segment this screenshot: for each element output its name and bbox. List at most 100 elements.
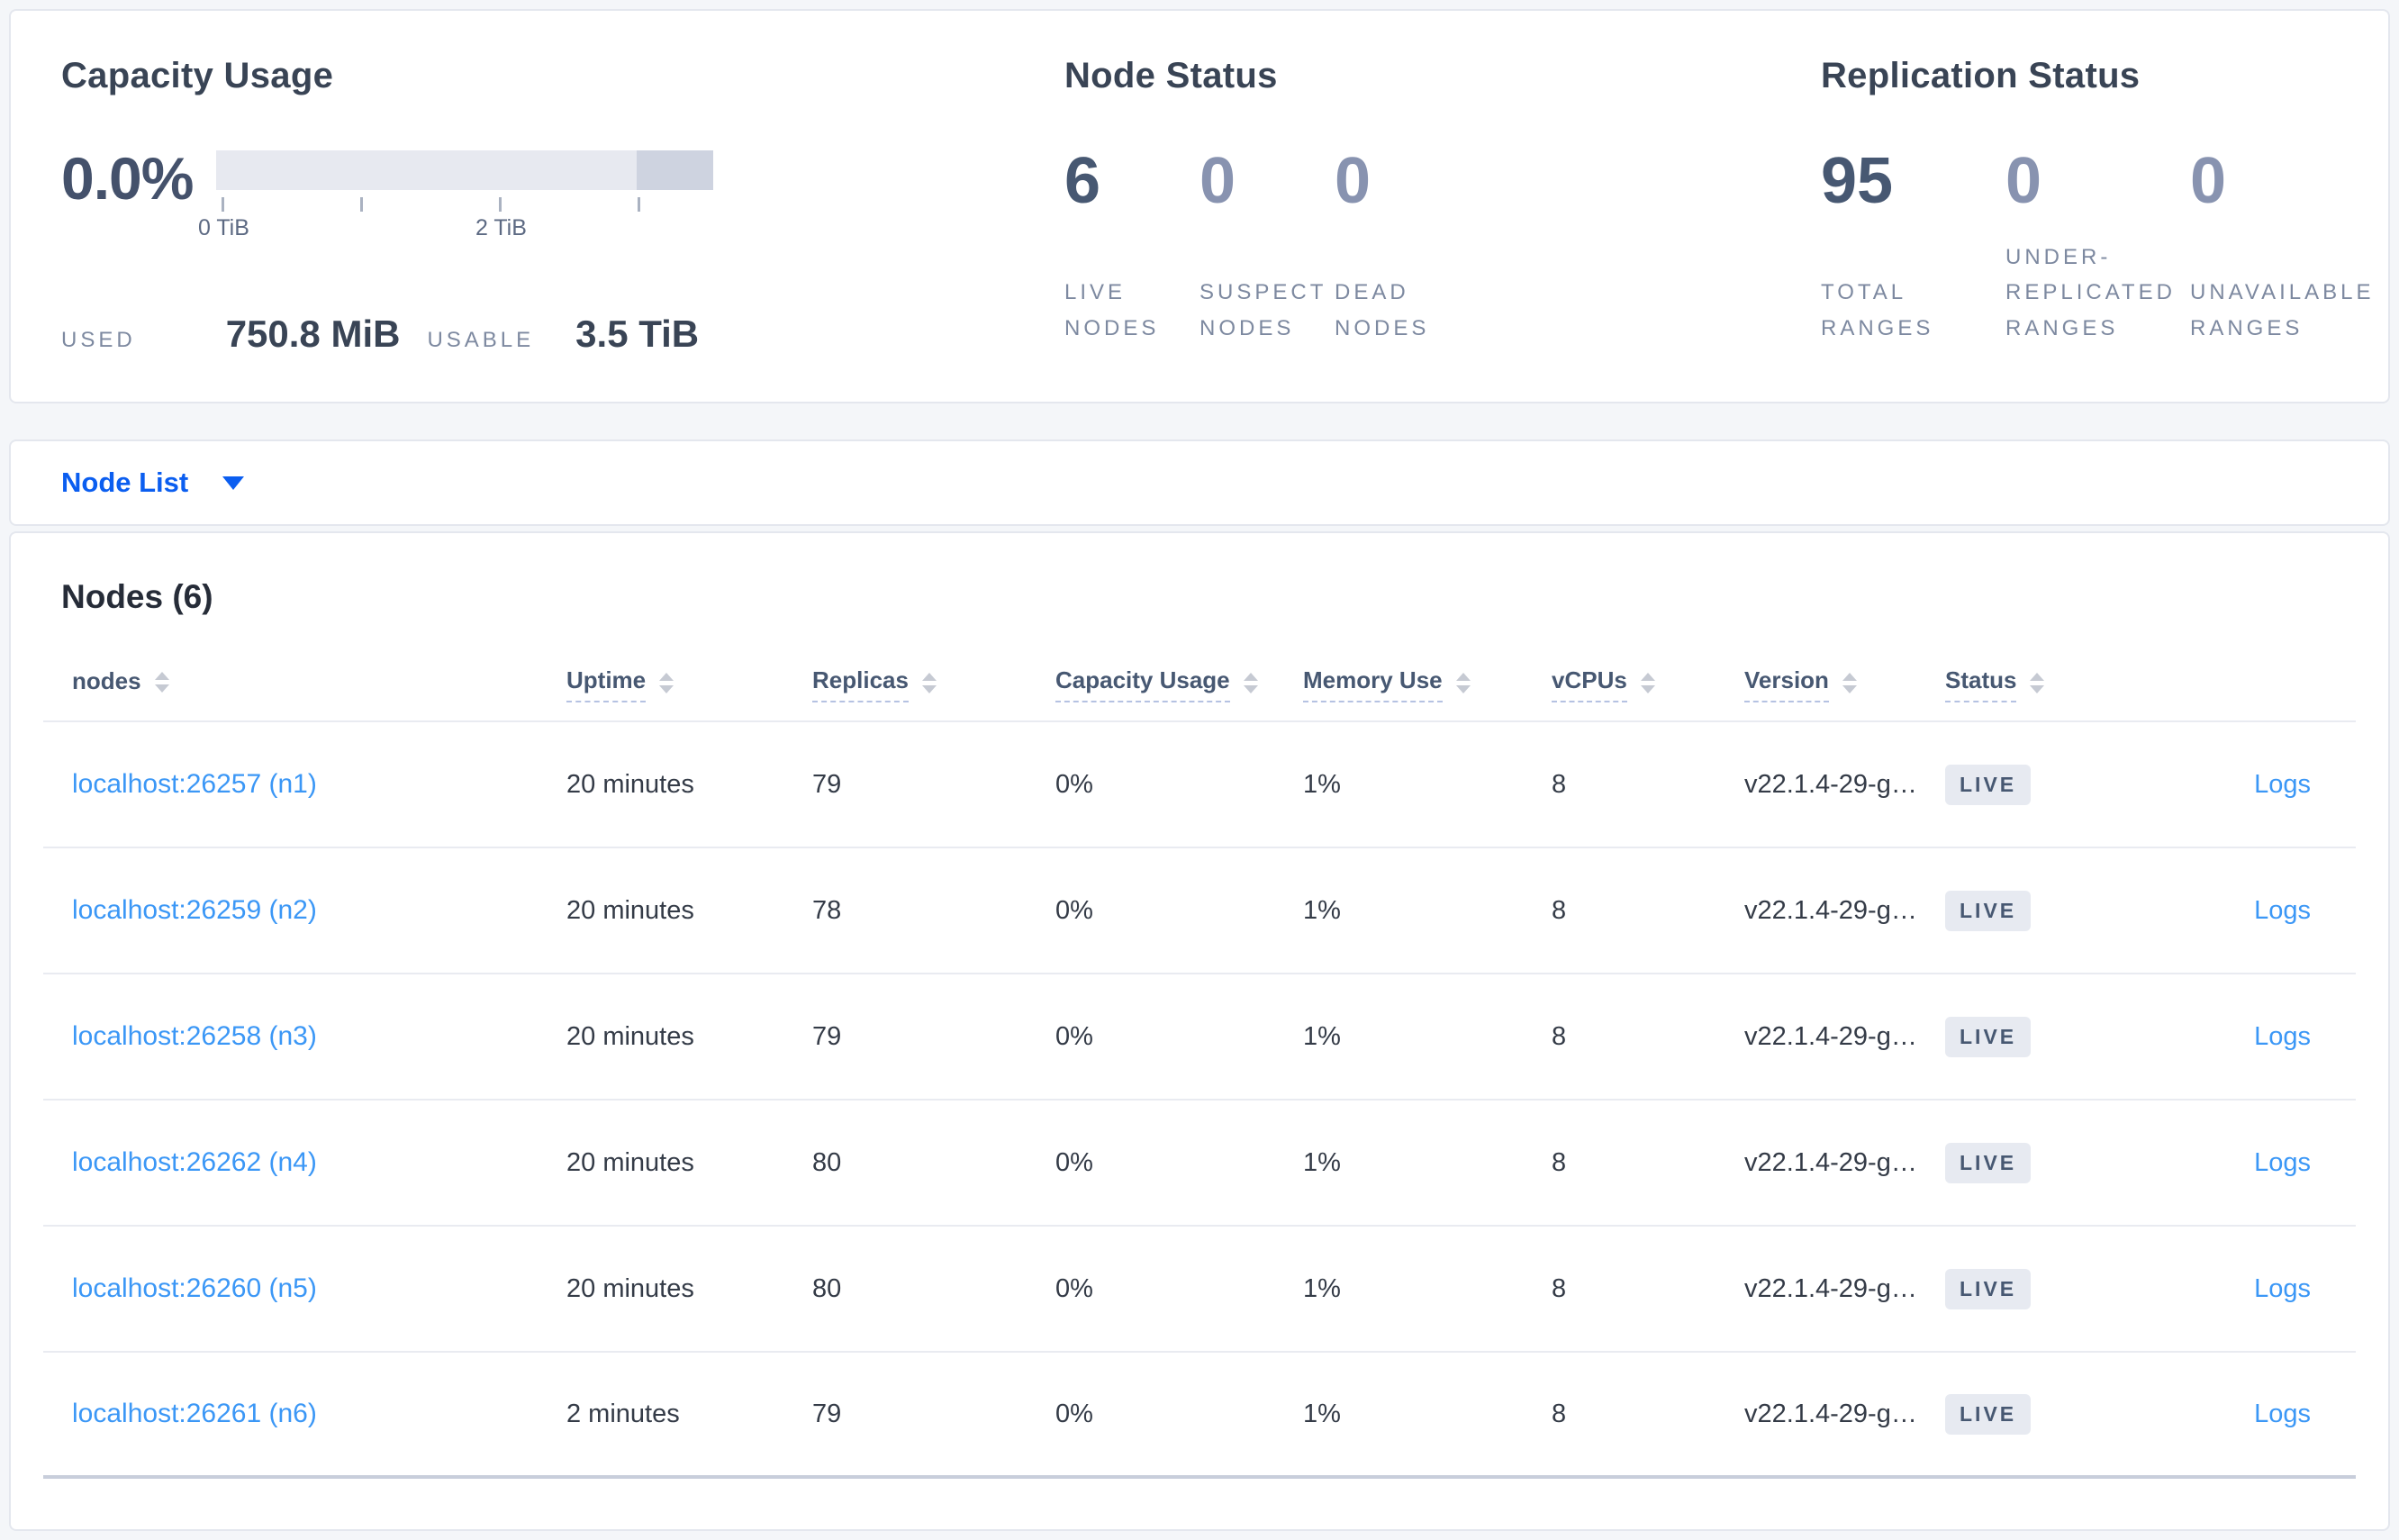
- node-link[interactable]: localhost:26260 (n5): [72, 1273, 317, 1303]
- live-nodes-value: 6: [1064, 145, 1101, 217]
- usable-value: 3.5 TiB: [575, 313, 700, 355]
- uptime-cell: 20 minutes: [566, 1273, 694, 1303]
- node-cell: localhost:26258 (n3): [43, 1021, 566, 1052]
- memory-use-cell: 1%: [1303, 895, 1341, 925]
- logs-link[interactable]: Logs: [2254, 1148, 2311, 1177]
- uptime-cell: 20 minutes: [566, 895, 694, 925]
- sort-icon: [154, 672, 169, 702]
- capacity-usage-cell: 0%: [1055, 769, 1093, 799]
- column-header-memory-use[interactable]: Memory Use: [1303, 666, 1552, 702]
- status-cell: LIVE: [1945, 764, 2131, 805]
- node-link[interactable]: localhost:26258 (n3): [72, 1021, 317, 1051]
- node-cell: localhost:26261 (n6): [43, 1399, 566, 1429]
- unavailable-ranges-stat: 0 UNAVAILABLE RANGES: [2190, 149, 2375, 347]
- table-row: localhost:26262 (n4) 20 minutes 80 0% 1%…: [43, 1101, 2356, 1227]
- vcpus-cell: 8: [1552, 1021, 1567, 1051]
- status-cell: LIVE: [1945, 1393, 2131, 1435]
- table-row: localhost:26258 (n3) 20 minutes 79 0% 1%…: [43, 974, 2356, 1101]
- uptime-cell: 20 minutes: [566, 769, 694, 799]
- sort-icon: [659, 673, 674, 702]
- axis-tick: [222, 197, 225, 212]
- version-cell: v22.1.4-29-g…: [1744, 1273, 1917, 1303]
- uptime-cell: 2 minutes: [566, 1399, 680, 1428]
- status-cell: LIVE: [1945, 890, 2131, 931]
- memory-use-cell: 1%: [1303, 769, 1341, 799]
- sort-icon: [2030, 673, 2045, 702]
- axis-tick: [499, 197, 502, 212]
- node-cell: localhost:26257 (n1): [43, 769, 566, 800]
- logs-link[interactable]: Logs: [2254, 1400, 2311, 1428]
- replicas-cell: 80: [812, 1147, 842, 1177]
- version-cell: v22.1.4-29-g…: [1744, 895, 1917, 925]
- nodes-table-body: localhost:26257 (n1) 20 minutes 79 0% 1%…: [11, 722, 2388, 1479]
- table-row: localhost:26260 (n5) 20 minutes 80 0% 1%…: [43, 1227, 2356, 1353]
- cluster-overview-page: Capacity Usage 0.0% 0 TiB 2 TiB USED 750…: [0, 0, 2399, 1540]
- suspect-nodes-stat: 0 SUSPECT NODES: [1200, 149, 1335, 347]
- capacity-axis-labels: 0 TiB 2 TiB: [198, 215, 713, 242]
- column-header-vcpus[interactable]: vCPUs: [1552, 666, 1744, 702]
- logs-link[interactable]: Logs: [2254, 770, 2311, 799]
- logs-link[interactable]: Logs: [2254, 1274, 2311, 1303]
- version-cell: v22.1.4-29-g…: [1744, 1399, 1917, 1428]
- logs-cell: Logs: [2131, 896, 2356, 926]
- status-badge: LIVE: [1945, 890, 2032, 931]
- column-header-uptime[interactable]: Uptime: [566, 666, 812, 702]
- status-cell: LIVE: [1945, 1268, 2131, 1309]
- uptime-cell: 20 minutes: [566, 1147, 694, 1177]
- replication-status-title: Replication Status: [1821, 56, 2141, 95]
- node-link[interactable]: localhost:26257 (n1): [72, 769, 317, 799]
- capacity-axis-ticks: [216, 195, 713, 213]
- column-header-replicas[interactable]: Replicas: [812, 666, 1055, 702]
- node-link[interactable]: localhost:26262 (n4): [72, 1147, 317, 1177]
- vcpus-cell: 8: [1552, 769, 1567, 799]
- node-link[interactable]: localhost:26259 (n2): [72, 895, 317, 925]
- logs-link[interactable]: Logs: [2254, 1022, 2311, 1051]
- suspect-nodes-value: 0: [1200, 145, 1236, 217]
- column-header-status[interactable]: Status: [1945, 666, 2131, 702]
- suspect-nodes-label: SUSPECT NODES: [1200, 280, 1326, 341]
- capacity-usage-cell: 0%: [1055, 1399, 1093, 1428]
- version-cell: v22.1.4-29-g…: [1744, 1021, 1917, 1051]
- live-nodes-label: LIVE NODES: [1064, 280, 1160, 341]
- axis-tick: [638, 197, 641, 212]
- node-status-title: Node Status: [1064, 56, 1278, 95]
- cluster-summary-card: Capacity Usage 0.0% 0 TiB 2 TiB USED 750…: [9, 9, 2390, 403]
- dead-nodes-value: 0: [1335, 145, 1372, 217]
- live-nodes-stat: 6 LIVE NODES: [1064, 149, 1200, 347]
- column-header-capacity-usage[interactable]: Capacity Usage: [1055, 666, 1303, 702]
- dead-nodes-label: DEAD NODES: [1335, 280, 1430, 341]
- vcpus-cell: 8: [1552, 1147, 1567, 1177]
- replicas-cell: 79: [812, 769, 842, 799]
- vcpus-cell: 8: [1552, 895, 1567, 925]
- capacity-bar: [216, 150, 714, 190]
- used-value: 750.8 MiB: [225, 313, 401, 355]
- axis-tick: [360, 197, 364, 212]
- table-row: localhost:26257 (n1) 20 minutes 79 0% 1%…: [43, 722, 2356, 848]
- capacity-usage-cell: 0%: [1055, 895, 1093, 925]
- replication-status-section: Replication Status 95 TOTAL RANGES 0 UND…: [1821, 56, 2388, 402]
- replicas-cell: 80: [812, 1273, 842, 1303]
- column-header-nodes[interactable]: nodes: [43, 667, 566, 702]
- total-ranges-value: 95: [1821, 145, 1894, 217]
- logs-link[interactable]: Logs: [2254, 896, 2311, 925]
- view-selector-label: Node List: [61, 467, 189, 498]
- status-badge: LIVE: [1945, 1268, 2032, 1309]
- nodes-table-card: Nodes (6) nodes Uptime Replicas Capacity…: [9, 531, 2390, 1531]
- column-header-version[interactable]: Version: [1744, 666, 1945, 702]
- table-row: localhost:26259 (n2) 20 minutes 78 0% 1%…: [43, 848, 2356, 974]
- logs-cell: Logs: [2131, 1148, 2356, 1178]
- replicas-cell: 79: [812, 1021, 842, 1051]
- status-badge: LIVE: [1945, 1016, 2032, 1057]
- memory-use-cell: 1%: [1303, 1021, 1341, 1051]
- logs-cell: Logs: [2131, 1022, 2356, 1052]
- version-cell: v22.1.4-29-g…: [1744, 1147, 1917, 1177]
- status-badge: LIVE: [1945, 1142, 2032, 1183]
- capacity-usage-cell: 0%: [1055, 1273, 1093, 1303]
- total-ranges-stat: 95 TOTAL RANGES: [1821, 149, 2005, 347]
- memory-use-cell: 1%: [1303, 1273, 1341, 1303]
- node-cell: localhost:26260 (n5): [43, 1273, 566, 1304]
- sort-icon: [1243, 673, 1258, 702]
- view-selector-dropdown[interactable]: Node List: [9, 439, 2390, 526]
- node-link[interactable]: localhost:26261 (n6): [72, 1399, 317, 1428]
- sort-icon: [1455, 673, 1471, 702]
